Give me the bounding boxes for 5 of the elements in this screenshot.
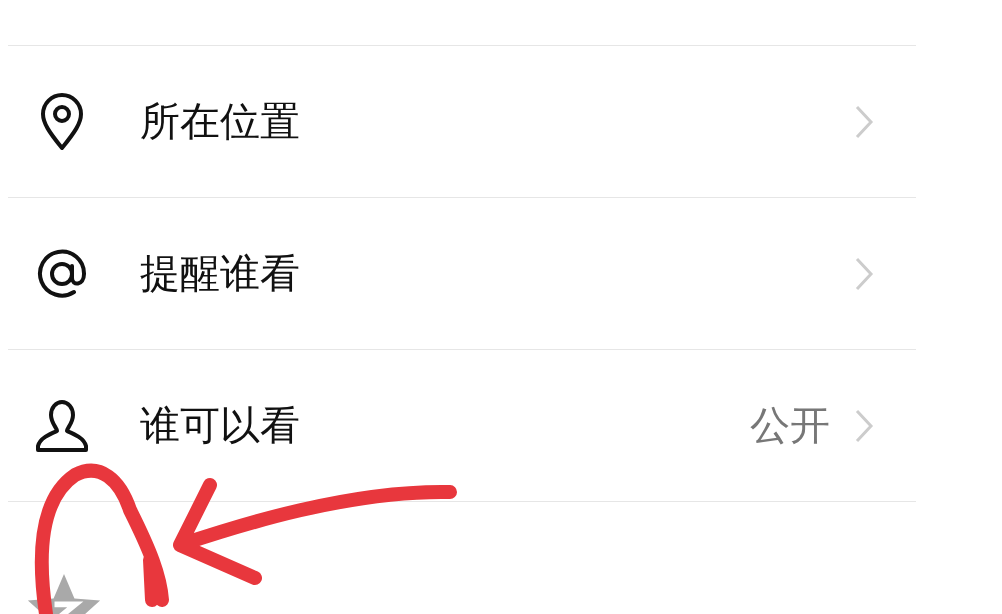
row-value: 公开 [750, 401, 830, 450]
row-label: 提醒谁看 [140, 249, 300, 298]
row-label: 谁可以看 [140, 401, 300, 450]
row-label: 所在位置 [140, 97, 300, 146]
person-icon [34, 397, 90, 454]
